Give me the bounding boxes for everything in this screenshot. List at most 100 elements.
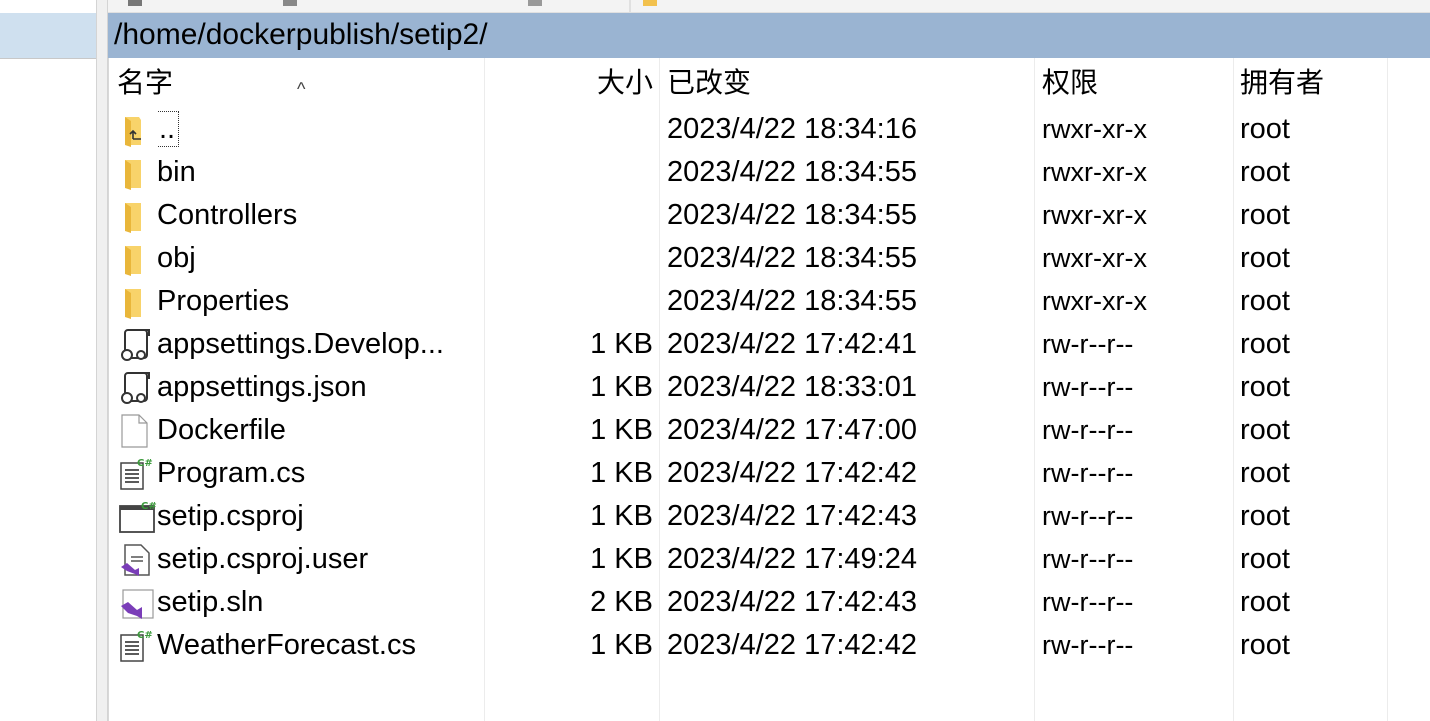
- file-permissions: rw-r--r--: [1042, 458, 1134, 488]
- file-modified: 2023/4/22 17:42:42: [667, 457, 917, 489]
- file-modified: 2023/4/22 17:49:24: [667, 543, 917, 575]
- file-owner: root: [1240, 156, 1290, 188]
- file-size: 1 KB: [590, 629, 653, 661]
- folder-icon: [119, 156, 149, 190]
- table-row[interactable]: Dockerfile 1 KB 2023/4/22 17:47:00 rw-r--r-…: [109, 409, 1430, 452]
- column-header-modified-label: 已改变: [667, 67, 752, 98]
- file-modified: 2023/4/22 17:47:00: [667, 414, 917, 446]
- table-row[interactable]: Properties 2023/4/22 18:34:55 rwxr-xr-x roo…: [109, 280, 1430, 323]
- table-row[interactable]: obj 2023/4/22 18:34:55 rwxr-xr-x root: [109, 237, 1430, 280]
- file-size: [479, 280, 653, 323]
- file-permissions: rw-r--r--: [1042, 372, 1134, 402]
- file-name: setip.sln: [157, 586, 264, 618]
- file-name: Controllers: [157, 199, 298, 231]
- file-name: bin: [157, 156, 196, 188]
- column-header-modified[interactable]: 已改变: [667, 58, 751, 108]
- file-owner: root: [1240, 328, 1290, 360]
- table-row[interactable]: C# Program.cs 1 KB 2023/4/22 17:42:42 rw-r--…: [109, 452, 1430, 495]
- file-name: setip.csproj: [157, 500, 304, 532]
- file-permissions: rw-r--r--: [1042, 329, 1134, 359]
- current-path[interactable]: /home/dockerpublish/setip2/: [114, 17, 488, 53]
- file-modified: 2023/4/22 18:33:01: [667, 371, 917, 403]
- file-modified: 2023/4/22 17:42:43: [667, 500, 917, 532]
- toolbar-partial-icons: [128, 0, 657, 12]
- file-owner: root: [1240, 371, 1290, 403]
- panel-splitter[interactable]: [96, 0, 108, 721]
- file-size: 2 KB: [590, 586, 653, 618]
- svg-text:C#: C#: [137, 458, 153, 469]
- path-bar[interactable]: /home/dockerpublish/setip2/: [108, 13, 1430, 58]
- table-row[interactable]: appsettings.Develop... 1 KB 2023/4/22 17:4…: [109, 323, 1430, 366]
- remote-toolbar: [108, 0, 1430, 13]
- csharp-file-icon: C#: [119, 457, 153, 491]
- column-header-owner-label: 拥有者: [1240, 67, 1325, 98]
- vs-solution-icon: [119, 586, 154, 620]
- blank-file-icon: [119, 414, 149, 448]
- file-permissions: rwxr-xr-x: [1042, 200, 1147, 230]
- file-name: appsettings.Develop...: [157, 328, 444, 360]
- file-size: 1 KB: [590, 457, 653, 489]
- file-size: 1 KB: [590, 414, 653, 446]
- file-permissions: rwxr-xr-x: [1042, 114, 1147, 144]
- file-name: WeatherForecast.cs: [157, 629, 416, 661]
- svg-text:C#: C#: [137, 630, 153, 641]
- file-size: [479, 237, 653, 280]
- table-row[interactable]: setip.csproj.user 1 KB 2023/4/22 17:49:24 r…: [109, 538, 1430, 581]
- file-owner: root: [1240, 500, 1290, 532]
- table-row[interactable]: .. 2023/4/22 18:34:16 rwxr-xr-x root: [109, 108, 1430, 151]
- file-name: setip.csproj.user: [157, 543, 369, 575]
- file-name: obj: [157, 242, 196, 274]
- file-permissions: rw-r--r--: [1042, 501, 1134, 531]
- table-row[interactable]: bin 2023/4/22 18:34:55 rwxr-xr-x root: [109, 151, 1430, 194]
- column-header-owner[interactable]: 拥有者: [1240, 58, 1324, 108]
- column-header-size[interactable]: 大小: [479, 58, 653, 108]
- column-header-permissions-label: 权限: [1042, 67, 1099, 98]
- file-permissions: rwxr-xr-x: [1042, 157, 1147, 187]
- folder-icon: [119, 242, 149, 276]
- file-modified: 2023/4/22 18:34:55: [667, 242, 917, 274]
- vs-user-file-icon: [119, 543, 150, 577]
- file-name: Dockerfile: [157, 414, 286, 446]
- csharp-file-icon: C#: [119, 629, 153, 663]
- file-owner: root: [1240, 543, 1290, 575]
- divider: [0, 58, 96, 59]
- file-permissions: rw-r--r--: [1042, 630, 1134, 660]
- local-selected-row[interactable]: [0, 13, 96, 58]
- file-owner: root: [1240, 414, 1290, 446]
- table-row[interactable]: setip.sln 2 KB 2023/4/22 17:42:43 rw-r--r--…: [109, 581, 1430, 624]
- json-file-icon: [119, 328, 150, 362]
- file-size: [479, 108, 653, 151]
- table-row[interactable]: Controllers 2023/4/22 18:34:55 rwxr-xr-x ro…: [109, 194, 1430, 237]
- json-file-icon: [119, 371, 150, 405]
- parent-folder-icon: [119, 113, 149, 147]
- column-header-size-label: 大小: [596, 67, 653, 98]
- file-modified: 2023/4/22 17:42:42: [667, 629, 917, 661]
- column-header-name-label: 名字: [117, 67, 174, 98]
- file-list[interactable]: 名字 ^ 大小 已改变 权限 拥有者 .. 2023/4/22 18:34:16 r…: [108, 58, 1430, 721]
- csproj-file-icon: C#: [119, 500, 157, 534]
- file-size: 1 KB: [590, 328, 653, 360]
- file-name: ..: [157, 111, 180, 147]
- file-permissions: rw-r--r--: [1042, 544, 1134, 574]
- file-size: [479, 151, 653, 194]
- file-owner: root: [1240, 457, 1290, 489]
- file-owner: root: [1240, 113, 1290, 145]
- sort-ascending-icon: ^: [297, 79, 306, 99]
- file-modified: 2023/4/22 18:34:55: [667, 285, 917, 317]
- table-row[interactable]: C# WeatherForecast.cs 1 KB 2023/4/22 17:42:…: [109, 624, 1430, 667]
- file-modified: 2023/4/22 17:42:41: [667, 328, 917, 360]
- file-name: appsettings.json: [157, 371, 367, 403]
- column-header-permissions[interactable]: 权限: [1042, 58, 1098, 108]
- column-header-name[interactable]: 名字 ^: [117, 58, 477, 108]
- file-permissions: rwxr-xr-x: [1042, 286, 1147, 316]
- file-modified: 2023/4/22 18:34:55: [667, 199, 917, 231]
- file-owner: root: [1240, 586, 1290, 618]
- folder-icon: [119, 285, 149, 319]
- file-owner: root: [1240, 199, 1290, 231]
- file-name: Program.cs: [157, 457, 306, 489]
- file-modified: 2023/4/22 18:34:55: [667, 156, 917, 188]
- table-row[interactable]: appsettings.json 1 KB 2023/4/22 18:33:01 rw…: [109, 366, 1430, 409]
- table-row[interactable]: C# setip.csproj 1 KB 2023/4/22 17:42:43 rw-r…: [109, 495, 1430, 538]
- local-panel[interactable]: [0, 0, 96, 721]
- file-permissions: rw-r--r--: [1042, 587, 1134, 617]
